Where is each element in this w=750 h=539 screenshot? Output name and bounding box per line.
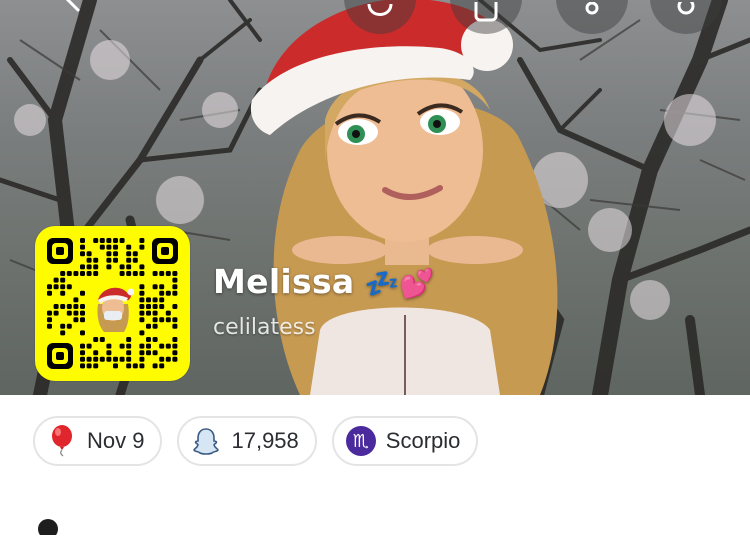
snapscore-value: 17,958 bbox=[231, 428, 299, 453]
zodiac-pill[interactable]: ♏ Scorpio bbox=[331, 416, 479, 466]
scorpio-icon: ♏ bbox=[345, 426, 376, 456]
profile-hero: Melissa 💤💕 celilatess bbox=[0, 0, 750, 395]
profile-info-pills: Nov 9 17,958 ♏ Scorpio bbox=[33, 416, 479, 466]
display-name: Melissa 💤💕 bbox=[213, 262, 435, 301]
zodiac-label: Scorpio bbox=[385, 428, 461, 453]
section-heading-cutoff bbox=[36, 505, 66, 539]
scorpio-glyph: ♏ bbox=[345, 426, 376, 456]
back-icon[interactable] bbox=[62, 0, 86, 16]
display-name-text: Melissa bbox=[213, 262, 355, 301]
display-name-emoji: 💤💕 bbox=[364, 267, 435, 300]
birthday-label: Nov 9 bbox=[87, 428, 145, 453]
balloon-icon bbox=[47, 425, 77, 457]
snapcode[interactable] bbox=[35, 226, 190, 381]
username[interactable]: celilatess bbox=[213, 315, 316, 340]
snapcode-bitmoji bbox=[92, 282, 135, 332]
birthday-pill[interactable]: Nov 9 bbox=[33, 416, 163, 466]
snapscore-ghost-icon bbox=[191, 426, 221, 456]
snapscore-pill[interactable]: 17,958 bbox=[177, 416, 317, 466]
